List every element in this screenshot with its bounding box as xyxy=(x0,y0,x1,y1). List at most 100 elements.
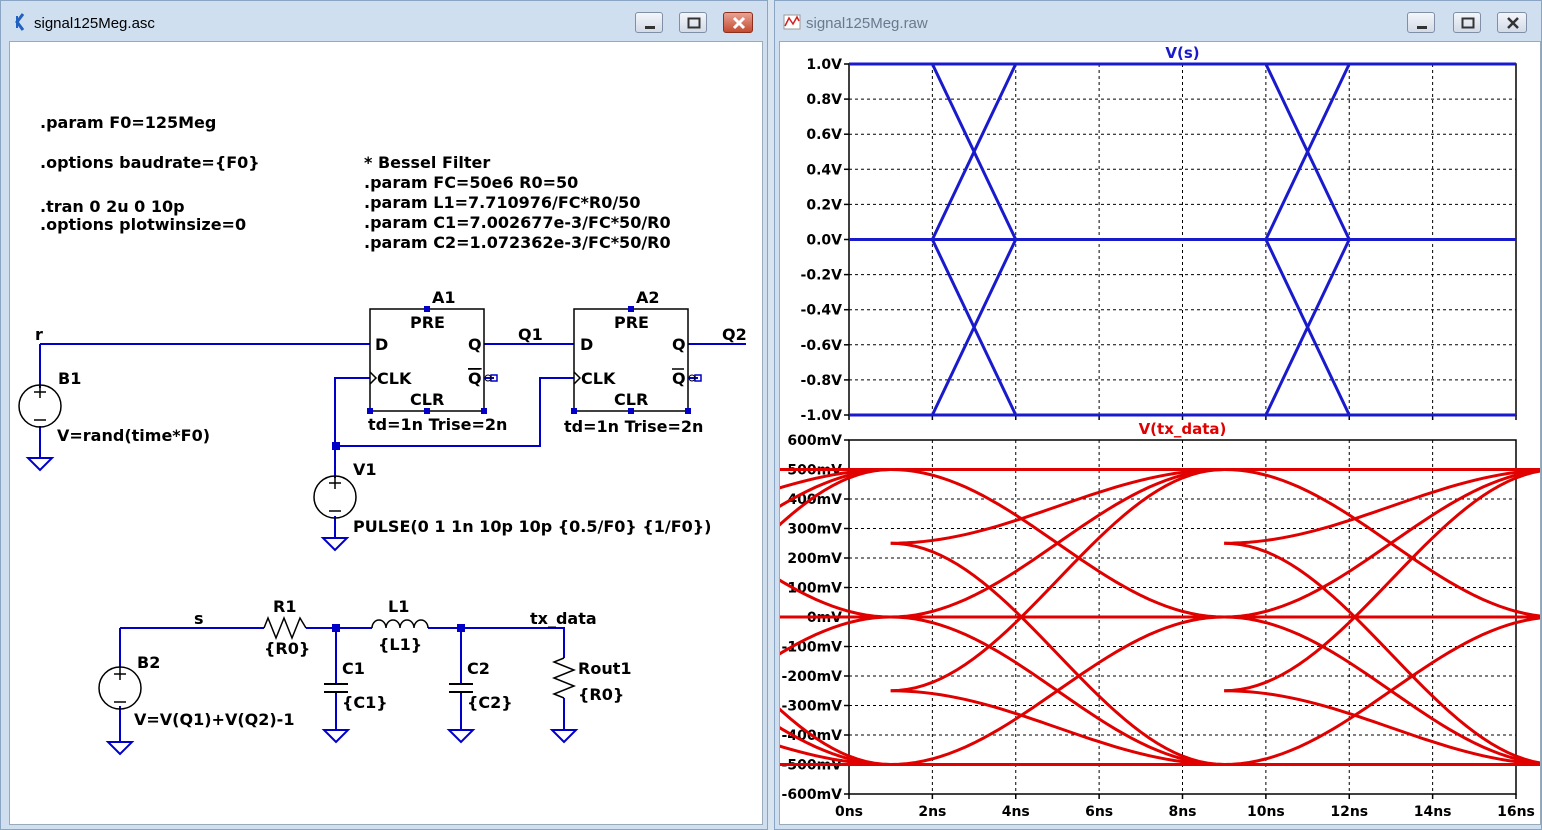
trace-tx-segment[interactable] xyxy=(1224,689,1542,766)
a2-params[interactable]: td=1n Trise=2n xyxy=(564,417,703,436)
y-tick-label: -600mV xyxy=(782,787,843,803)
trace-tx-segment[interactable] xyxy=(1224,469,1542,693)
b2-value[interactable]: V=V(Q1)+V(Q2)-1 xyxy=(134,710,294,729)
b1-value[interactable]: V=rand(time*F0) xyxy=(57,426,210,445)
close-button[interactable] xyxy=(723,12,753,33)
c1-name: C1 xyxy=(342,659,365,678)
c2-name: C2 xyxy=(467,659,490,678)
minimize-button[interactable] xyxy=(1407,12,1435,33)
a1-name: A1 xyxy=(432,288,456,307)
trace-title-tx[interactable]: V(tx_data) xyxy=(1139,420,1227,438)
source-v1[interactable]: V1 PULSE(0 1 1n 10p 10p {0.5/F0} {1/F0}) xyxy=(313,460,712,552)
y-tick-label: 0.4V xyxy=(806,162,842,178)
c2-value[interactable]: {C2} xyxy=(467,693,513,712)
a2-q: Q xyxy=(672,335,686,354)
trace-tx-segment[interactable] xyxy=(1224,468,1542,619)
directive-tran[interactable]: .tran 0 2u 0 10p xyxy=(40,197,185,216)
a1-d: D xyxy=(375,335,388,354)
source-b2[interactable]: B2 V=V(Q1)+V(Q2)-1 xyxy=(98,653,294,756)
flipflop-a2[interactable]: A2 PRE CLR D Q Q CLK td=1n Trise=2n xyxy=(564,288,703,436)
trace-tx-segment[interactable] xyxy=(1224,615,1542,766)
c1-value[interactable]: {C1} xyxy=(342,693,388,712)
y-tick-label: 0.0V xyxy=(806,233,842,249)
waveform-window[interactable]: signal125Meg.raw 1.0V 0.8V 0.6V 0.4V 0.2V 0.0… xyxy=(722,0,1542,830)
close-icon xyxy=(732,16,746,30)
minimize-icon xyxy=(1417,26,1427,29)
net-label-q1[interactable]: Q1 xyxy=(518,325,543,344)
directive-plotwinsize[interactable]: .options plotwinsize=0 xyxy=(40,215,246,234)
inductor-l1[interactable]: L1 {L1} xyxy=(371,597,429,654)
trace-tx-segment[interactable] xyxy=(1224,541,1542,765)
a1-pre: PRE xyxy=(410,313,445,332)
schematic-titlebar[interactable]: signal125Meg.asc xyxy=(1,1,767,41)
capacitor-c2[interactable]: C2 {C2} xyxy=(446,659,513,744)
rout1-value[interactable]: {R0} xyxy=(578,685,624,704)
y-tick-label: -0.2V xyxy=(801,268,843,284)
bessel-comment[interactable]: * Bessel Filter xyxy=(364,153,490,172)
net-label-r[interactable]: r xyxy=(35,325,43,344)
ground-c2 xyxy=(446,729,476,744)
b1-name: B1 xyxy=(58,369,81,388)
trace-tx-segment[interactable] xyxy=(1224,616,1542,766)
trace-tx-segment[interactable] xyxy=(1224,468,1542,545)
y-tick-label: 1.0V xyxy=(806,57,842,73)
resistor-r1[interactable]: R1 {R0} xyxy=(263,597,310,658)
a1-qbar: Q xyxy=(468,369,482,388)
v1-value[interactable]: PULSE(0 1 1n 10p 10p {0.5/F0} {1/F0}) xyxy=(353,517,712,536)
schematic-window-title: signal125Meg.asc xyxy=(34,15,155,32)
capacitor-c1[interactable]: C1 {C1} xyxy=(321,659,388,744)
trace-title-vs[interactable]: V(s) xyxy=(1165,44,1199,62)
b2-name: B2 xyxy=(137,653,160,672)
trace-tx-segment[interactable] xyxy=(890,541,1225,766)
minimize-button[interactable] xyxy=(635,12,663,33)
y-tick-label: -0.8V xyxy=(801,373,843,389)
flipflop-a1[interactable]: A1 PRE CLR D Q Q CLK td=1n Trise=2n xyxy=(367,288,507,434)
y-tick-label: 0.6V xyxy=(806,127,842,143)
maximize-button[interactable] xyxy=(679,12,707,33)
net-label-q2[interactable]: Q2 xyxy=(722,325,747,344)
bessel-param-fc[interactable]: .param FC=50e6 R0=50 xyxy=(364,173,578,192)
a1-params[interactable]: td=1n Trise=2n xyxy=(368,415,507,434)
maximize-icon xyxy=(687,17,701,29)
schematic-drawing[interactable]: .param F0=125Meg .options baudrate={F0} … xyxy=(10,42,762,824)
close-icon xyxy=(1507,17,1519,29)
directive-param-f0[interactable]: .param F0=125Meg xyxy=(40,113,216,132)
bessel-param-c2[interactable]: .param C2=1.072362e-3/FC*50/R0 xyxy=(364,233,671,252)
maximize-icon xyxy=(1461,17,1475,29)
l1-value[interactable]: {L1} xyxy=(378,635,422,654)
waveform-canvas[interactable]: 1.0V 0.8V 0.6V 0.4V 0.2V 0.0V -0.2V -0.4V -0.6V -… xyxy=(722,41,1542,825)
net-label-s[interactable]: s xyxy=(194,609,204,628)
net-label-tx-data[interactable]: tx_data xyxy=(530,609,597,628)
a2-clr: CLR xyxy=(614,390,648,409)
x-tick-label: 10ns xyxy=(1247,804,1285,820)
y-tick-label: -0.4V xyxy=(801,303,843,319)
waveform-window-title: signal125Meg.raw xyxy=(806,15,928,32)
maximize-button[interactable] xyxy=(1453,12,1481,33)
y-tick-label: 0.2V xyxy=(806,197,842,213)
close-button[interactable] xyxy=(1497,12,1527,33)
y-tick-label: -1.0V xyxy=(801,408,843,424)
waveform-titlebar[interactable]: signal125Meg.raw xyxy=(775,1,1541,41)
ground-v1 xyxy=(320,537,350,552)
y-tick-label: -200mV xyxy=(782,669,843,685)
trace-tx-segment[interactable] xyxy=(890,468,1225,619)
l1-name: L1 xyxy=(388,597,409,616)
schematic-canvas[interactable]: .param F0=125Meg .options baudrate={F0} … xyxy=(9,41,763,825)
trace-tx-segment[interactable] xyxy=(890,468,1225,693)
v1-name: V1 xyxy=(353,460,377,479)
bessel-param-l1[interactable]: .param L1=7.710976/FC*R0/50 xyxy=(364,193,640,212)
x-tick-label: 0ns xyxy=(835,804,863,820)
trace-tx-segment[interactable] xyxy=(890,615,1225,766)
schematic-window[interactable]: signal125Meg.asc .param F0=125Meg .optio… xyxy=(0,0,768,830)
ltspice-schematic-icon xyxy=(15,13,25,31)
trace-tx-segment[interactable] xyxy=(1224,468,1542,618)
x-tick-label: 12ns xyxy=(1330,804,1368,820)
y-tick-label: 0.8V xyxy=(806,92,842,108)
directive-baudrate[interactable]: .options baudrate={F0} xyxy=(40,153,260,172)
source-b1[interactable]: B1 V=rand(time*F0) xyxy=(18,369,210,472)
a2-qbar: Q xyxy=(672,369,686,388)
bessel-param-c1[interactable]: .param C1=7.002677e-3/FC*50/R0 xyxy=(364,213,671,232)
waveform-viewer-icon xyxy=(783,14,801,30)
waveform-plots[interactable]: 1.0V 0.8V 0.6V 0.4V 0.2V 0.0V -0.2V -0.4V -0.6V -… xyxy=(722,42,1542,824)
r1-value[interactable]: {R0} xyxy=(264,639,310,658)
